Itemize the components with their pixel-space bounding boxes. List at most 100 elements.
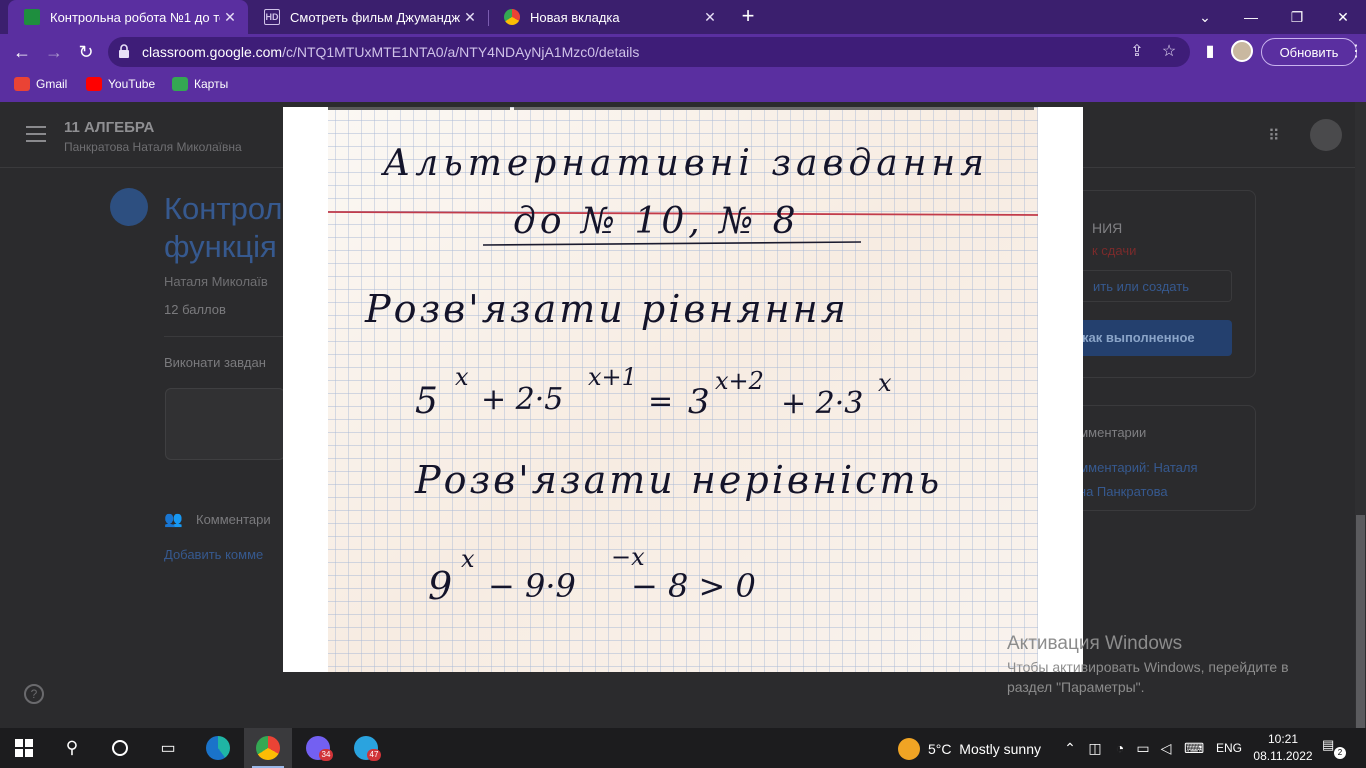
restore-button[interactable]: ❐: [1274, 0, 1320, 34]
classroom-icon: [24, 9, 40, 25]
image-viewer: Альтернативні завдання до № 10, № 8 Розв…: [283, 107, 1083, 672]
clock-date: 08.11.2022: [1253, 749, 1313, 763]
course-title[interactable]: 11 АЛГЕБРА: [64, 119, 154, 136]
clock[interactable]: 10:21 08.11.2022: [1252, 731, 1314, 765]
show-hidden-icons-icon[interactable]: ⌃: [1060, 738, 1080, 758]
close-tab-icon[interactable]: ✕: [460, 9, 480, 26]
add-or-create-button[interactable]: ить или создать: [1058, 270, 1232, 302]
bookmark-gmail[interactable]: Gmail: [14, 77, 67, 91]
bookmark-label: Gmail: [36, 77, 68, 91]
meet-now-icon[interactable]: ◫: [1085, 738, 1105, 758]
keyboard-icon[interactable]: ⌨: [1184, 738, 1204, 758]
back-icon[interactable]: ←: [10, 40, 34, 64]
lock-icon: [119, 44, 129, 58]
url-path: /c/NTQ1MTUxMTE1NTA0/a/NTY4NDAyNjA1Mzc0/d…: [282, 44, 640, 60]
handwritten-task1: Розв'язати рівняння: [364, 287, 849, 331]
hd-icon: HD: [264, 9, 280, 25]
svg-text:− 8 > 0: − 8 > 0: [631, 567, 756, 605]
cortana-icon[interactable]: [96, 728, 144, 768]
mark-as-done-button[interactable]: как выполненное: [1058, 320, 1232, 356]
weather-temp: 5°C: [928, 741, 952, 757]
tab-title: Смотреть фильм Джуманджи онлайн: [290, 9, 460, 25]
assignment-description: Виконати завдан: [164, 355, 266, 370]
hamburger-menu-icon[interactable]: [26, 126, 46, 142]
forward-icon[interactable]: →: [42, 40, 66, 64]
private-comments-heading: омментарии: [1072, 425, 1147, 440]
reload-icon[interactable]: ↻: [74, 40, 98, 64]
tab-search-icon[interactable]: ⌄: [1182, 0, 1228, 34]
add-class-comment-link[interactable]: Добавить комме: [164, 547, 263, 562]
people-icon: 👥: [164, 511, 183, 528]
your-work-heading: НИЯ: [1092, 220, 1123, 236]
address-bar[interactable]: classroom.google.com/c/NTQ1MTUxMTE1NTA0/…: [108, 37, 1190, 67]
assignment-icon: [110, 188, 148, 226]
volume-icon[interactable]: ◁: [1156, 738, 1176, 758]
windows-logo-icon: [15, 739, 33, 757]
svg-text:− 9·9: − 9·9: [488, 567, 576, 605]
page-scrollbar-thumb[interactable]: [1356, 515, 1365, 728]
tab-classroom[interactable]: Контрольна робота №1 до теми ✕: [8, 0, 248, 34]
bookmarks-bar: Gmail YouTube Карты: [0, 70, 1366, 102]
handwritten-task2: Розв'язати нерівність: [414, 458, 942, 502]
tab-movie[interactable]: HD Смотреть фильм Джуманджи онлайн ✕: [248, 0, 488, 34]
weather-widget[interactable]: 5°C Mostly sunny: [928, 741, 1041, 757]
activation-watermark-text: Чтобы активировать Windows, перейдите в …: [1007, 659, 1289, 695]
svg-text:9: 9: [428, 564, 452, 608]
weather-icon[interactable]: [898, 738, 920, 760]
private-comment-link[interactable]: омментарий: Наталя вна Панкратова: [1072, 456, 1232, 504]
search-icon[interactable]: ⚲: [48, 728, 96, 768]
profile-avatar[interactable]: [1231, 40, 1253, 62]
assignment-title: Контрол: [164, 191, 283, 226]
edge-icon[interactable]: [194, 728, 242, 768]
telegram-icon[interactable]: 47: [342, 728, 390, 768]
apps-grid-icon[interactable]: ⠿: [1268, 126, 1286, 145]
side-panel-icon[interactable]: ▮: [1200, 42, 1220, 62]
language-indicator[interactable]: ENG: [1216, 741, 1242, 755]
bookmark-maps[interactable]: Карты: [172, 77, 228, 91]
svg-text:x+2: x+2: [715, 367, 764, 395]
assignment-title-line2: функція: [164, 229, 277, 264]
svg-text:+ 2·3: + 2·3: [781, 386, 863, 421]
weather-text: Mostly sunny: [959, 741, 1041, 757]
bookmark-label: Карты: [194, 77, 229, 91]
bookmark-label: YouTube: [108, 77, 156, 91]
minimize-button[interactable]: —: [1228, 0, 1274, 34]
viber-icon[interactable]: 34: [294, 728, 342, 768]
close-tab-icon[interactable]: ✕: [700, 9, 720, 26]
svg-text:x: x: [878, 369, 892, 397]
bookmark-star-icon[interactable]: ☆: [1160, 43, 1178, 61]
content-divider: [164, 336, 284, 337]
close-tab-icon[interactable]: ✕: [220, 9, 240, 26]
tab-new[interactable]: Новая вкладка ✕: [488, 0, 728, 34]
course-teacher: Панкратова Наталя Миколаївна: [64, 140, 242, 154]
update-button[interactable]: Обновить: [1261, 38, 1357, 66]
tab-strip: Контрольна робота №1 до теми ✕ HD Смотре…: [0, 0, 1366, 34]
notifications-icon[interactable]: ▤ 2: [1322, 737, 1346, 759]
menu-icon[interactable]: ⋮: [1346, 42, 1366, 62]
attachment-thumbnail[interactable]: [165, 388, 285, 460]
assignment-author: Наталя Миколаїв: [164, 274, 268, 289]
youtube-icon: [86, 77, 102, 91]
svg-text:=: =: [648, 384, 673, 419]
url-text: classroom.google.com/c/NTQ1MTUxMTE1NTA0/…: [142, 44, 639, 60]
maps-icon: [172, 77, 188, 91]
svg-text:x: x: [455, 363, 469, 391]
close-window-button[interactable]: ✕: [1320, 0, 1366, 34]
chrome-taskbar-icon[interactable]: [244, 728, 292, 768]
user-avatar[interactable]: [1310, 119, 1342, 151]
task-view-icon[interactable]: ▭: [144, 728, 192, 768]
share-icon[interactable]: ⇪: [1128, 43, 1146, 61]
handwritten-subtitle: до № 10, № 8: [513, 201, 800, 242]
start-button[interactable]: [0, 728, 48, 768]
handwritten-title: Альтернативні завдання: [380, 143, 989, 184]
svg-text:5: 5: [415, 381, 438, 422]
battery-icon[interactable]: ▭: [1133, 738, 1153, 758]
bookmark-youtube[interactable]: YouTube: [86, 77, 155, 91]
help-icon[interactable]: ?: [24, 684, 44, 704]
network-icon[interactable]: ◔: [1110, 738, 1130, 758]
due-status: к сдачи: [1092, 243, 1137, 258]
svg-text:x: x: [461, 545, 475, 573]
url-host: classroom.google.com: [142, 44, 283, 60]
browser-toolbar: ← → ↻ classroom.google.com/c/NTQ1MTUxMTE…: [0, 34, 1366, 70]
new-tab-button[interactable]: +: [736, 4, 760, 28]
